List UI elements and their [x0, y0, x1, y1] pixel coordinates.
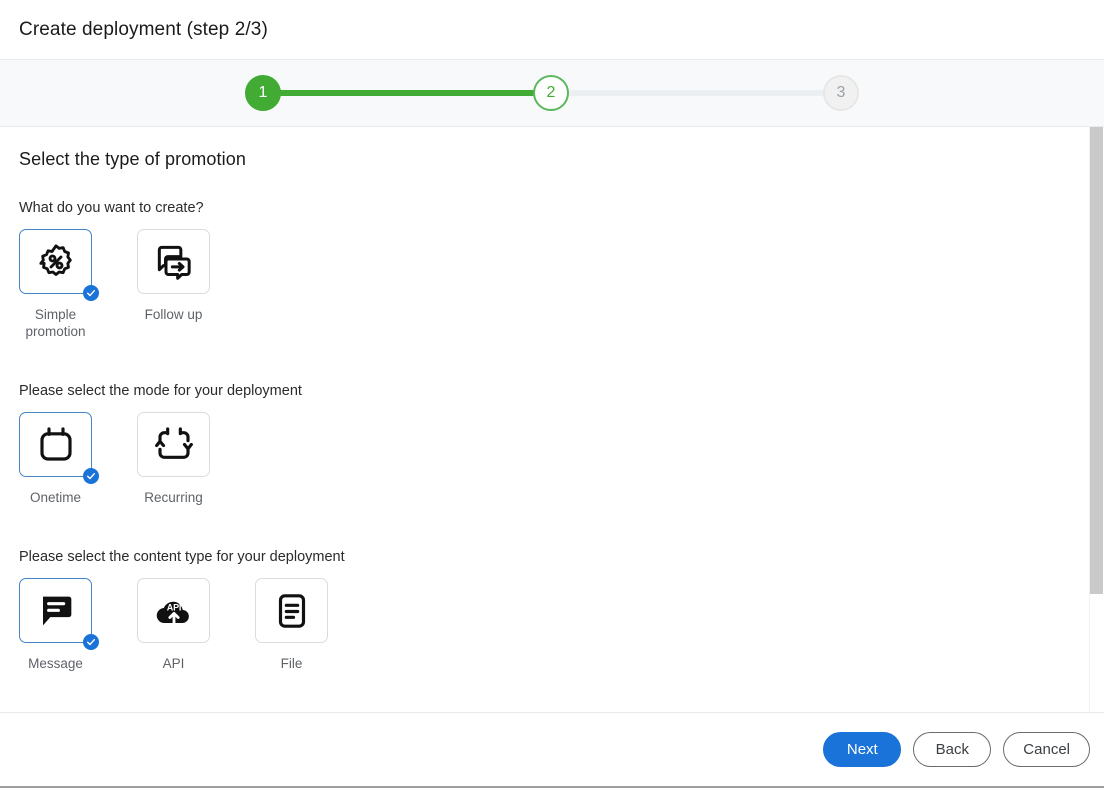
group-question-mode: Please select the mode for your deployme… [19, 383, 302, 399]
create-deployment-wizard: Create deployment (step 2/3) 1 2 3 Selec… [0, 0, 1104, 788]
option-simple-promotion[interactable]: Simple promotion [19, 229, 99, 340]
back-button[interactable]: Back [913, 732, 992, 767]
stepper-step-2[interactable]: 2 [533, 75, 569, 111]
option-file[interactable]: File [255, 578, 328, 672]
content-scrollbar-thumb[interactable] [1090, 127, 1103, 594]
recurring-cycle-icon [154, 425, 194, 465]
wizard-content: Select the type of promotion What do you… [0, 149, 1104, 682]
selected-check-icon [83, 468, 99, 484]
option-label-recurring: Recurring [144, 490, 203, 505]
option-card-file[interactable] [255, 578, 328, 643]
option-card-api[interactable]: API [137, 578, 210, 643]
option-label-onetime: Onetime [29, 490, 82, 505]
file-document-icon [272, 591, 312, 631]
selected-check-icon [83, 285, 99, 301]
wizard-stepper-band: 1 2 3 [0, 60, 1104, 127]
svg-text:API: API [166, 602, 181, 612]
option-onetime[interactable]: Onetime [19, 412, 99, 506]
api-cloud-upload-icon: API [154, 591, 194, 631]
cancel-button[interactable]: Cancel [1003, 732, 1090, 767]
option-recurring[interactable]: Recurring [137, 412, 210, 506]
option-card-simple-promotion[interactable] [19, 229, 99, 301]
option-group-mode: Onetime Recurring [19, 412, 1104, 506]
wizard-content-scroll-area: Select the type of promotion What do you… [0, 127, 1104, 713]
option-card-message[interactable] [19, 578, 99, 650]
follow-up-chat-icon [154, 242, 194, 282]
group-question-promotion-type: What do you want to create? [19, 200, 204, 216]
option-api[interactable]: API API [137, 578, 210, 672]
message-bubble-icon [36, 591, 76, 631]
stepper-step-1-label: 1 [258, 84, 268, 101]
section-title: Select the type of promotion [19, 149, 246, 169]
stepper: 1 2 3 [245, 73, 859, 113]
selected-check-icon [83, 634, 99, 650]
next-button[interactable]: Next [823, 732, 902, 767]
wizard-footer: Next Back Cancel [0, 713, 1104, 788]
stepper-step-1[interactable]: 1 [245, 75, 281, 111]
option-card-follow-up[interactable] [137, 229, 210, 294]
stepper-progress-line-remaining [551, 90, 847, 96]
option-label-simple-promotion: Simple promotion [25, 307, 86, 339]
group-question-content-type: Please select the content type for your … [19, 549, 345, 565]
option-label-api: API [162, 656, 185, 671]
stepper-step-3[interactable]: 3 [823, 75, 859, 111]
option-label-follow-up: Follow up [144, 307, 203, 322]
stepper-step-2-label: 2 [546, 84, 556, 101]
wizard-titlebar: Create deployment (step 2/3) [0, 0, 1104, 60]
option-message[interactable]: Message [19, 578, 99, 672]
percent-badge-icon [36, 242, 76, 282]
stepper-step-3-label: 3 [836, 84, 846, 101]
page-title: Create deployment (step 2/3) [19, 18, 268, 40]
content-scrollbar[interactable] [1089, 127, 1104, 712]
option-card-onetime[interactable] [19, 412, 99, 484]
option-group-content-type: Message API API File [19, 578, 1104, 672]
option-follow-up[interactable]: Follow up [137, 229, 210, 340]
option-label-message: Message [28, 656, 83, 671]
calendar-icon [36, 425, 76, 465]
stepper-progress-line-completed [267, 90, 561, 96]
option-label-file: File [280, 656, 303, 671]
option-card-recurring[interactable] [137, 412, 210, 477]
option-group-promotion-type: Simple promotion Follow up [19, 229, 1104, 340]
